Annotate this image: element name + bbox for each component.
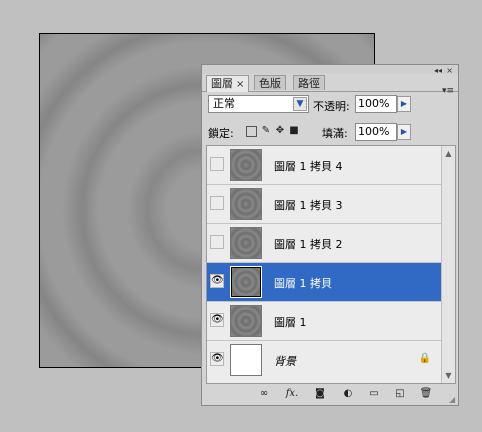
layer-thumbnail (230, 149, 262, 181)
blend-mode-select[interactable]: 正常 ▼ (208, 95, 309, 113)
layer-name: 圖層 1 拷貝 4 (274, 160, 343, 173)
fx-icon[interactable]: fx. (284, 387, 300, 401)
layer-row[interactable]: 圖層 1 拷貝 2 (207, 224, 441, 263)
layer-thumbnail (230, 227, 262, 259)
tab-paths-label: 路徑 (298, 77, 320, 90)
add-mask-icon[interactable]: ◙ (312, 387, 328, 401)
layer-row[interactable]: 圖層 1 拷貝 4 (207, 146, 441, 185)
fill-input[interactable]: 100% (355, 123, 397, 141)
scroll-down-icon[interactable]: ▼ (442, 369, 455, 382)
eye-icon[interactable]: 👁 (210, 274, 224, 288)
layer-name: 背景 (274, 355, 296, 368)
layers-bottom-toolbar: ∞ fx. ◙ ◐ ▭ ◱ 🗑 (202, 383, 458, 405)
chevron-down-icon[interactable]: ▼ (293, 97, 307, 111)
layer-thumbnail (230, 344, 262, 376)
layers-panel: ◂◂ × 圖層 × 色版 路徑 ▾≡ 正常 ▼ 不透明: 100% ▶ 鎖定: ✎… (201, 64, 459, 406)
eye-icon[interactable]: 👁 (210, 352, 224, 366)
layer-thumbnail (230, 266, 262, 298)
visibility-toggle[interactable] (210, 196, 224, 210)
blend-mode-value: 正常 (213, 97, 235, 110)
new-layer-icon[interactable]: ◱ (392, 387, 408, 401)
layer-name: 圖層 1 拷貝 (274, 277, 332, 290)
lock-position-icon[interactable]: ✥ (274, 125, 286, 137)
lock-label: 鎖定: (208, 127, 234, 140)
visibility-toggle[interactable] (210, 157, 224, 171)
tab-close-icon[interactable]: × (236, 79, 244, 90)
opacity-input[interactable]: 100% (355, 95, 397, 113)
scroll-up-icon[interactable]: ▲ (442, 147, 455, 160)
resize-grip-icon[interactable]: ◢ (449, 396, 457, 404)
layer-list-scrollbar[interactable]: ▲ ▼ (441, 146, 455, 383)
tab-layers-label: 圖層 (211, 77, 233, 90)
adjustment-layer-icon[interactable]: ◐ (340, 387, 356, 401)
panel-menu-icon[interactable]: ▾≡ (442, 86, 454, 96)
tab-paths[interactable]: 路徑 (293, 75, 325, 90)
layer-name: 圖層 1 (274, 316, 307, 329)
layer-thumbnail (230, 305, 262, 337)
layer-row-selected[interactable]: 👁 圖層 1 拷貝 (207, 263, 441, 302)
tab-layers[interactable]: 圖層 × (206, 75, 250, 92)
link-icon[interactable]: ∞ (256, 387, 272, 401)
lock-transparent-icon[interactable] (246, 126, 257, 137)
visibility-toggle[interactable] (210, 235, 224, 249)
layer-name: 圖層 1 拷貝 2 (274, 238, 343, 251)
panel-titlebar[interactable]: ◂◂ × (202, 65, 458, 75)
layer-list: 圖層 1 拷貝 4 圖層 1 拷貝 3 圖層 1 拷貝 2 👁 圖層 1 拷貝 … (206, 145, 456, 384)
trash-icon[interactable]: 🗑 (418, 387, 434, 401)
layer-row-background[interactable]: 👁 背景 🔒 (207, 341, 441, 380)
fill-value: 100% (358, 125, 390, 138)
opacity-label: 不透明: (313, 100, 350, 113)
panel-tab-bar: 圖層 × 色版 路徑 ▾≡ (202, 74, 458, 96)
tab-channels-label: 色版 (259, 77, 281, 90)
eye-icon[interactable]: 👁 (210, 313, 224, 327)
fill-slider-button[interactable]: ▶ (397, 124, 411, 140)
opacity-slider-button[interactable]: ▶ (397, 96, 411, 112)
layer-row[interactable]: 圖層 1 拷貝 3 (207, 185, 441, 224)
new-group-icon[interactable]: ▭ (366, 387, 382, 401)
lock-icon: 🔒 (418, 353, 431, 364)
layer-row[interactable]: 👁 圖層 1 (207, 302, 441, 341)
lock-pixels-icon[interactable]: ✎ (260, 125, 272, 137)
layer-thumbnail (230, 188, 262, 220)
tab-channels[interactable]: 色版 (254, 75, 286, 90)
fill-label: 填滿: (322, 127, 348, 140)
opacity-value: 100% (358, 97, 390, 110)
layer-name: 圖層 1 拷貝 3 (274, 199, 343, 212)
lock-all-icon[interactable]: ■ (288, 125, 300, 137)
